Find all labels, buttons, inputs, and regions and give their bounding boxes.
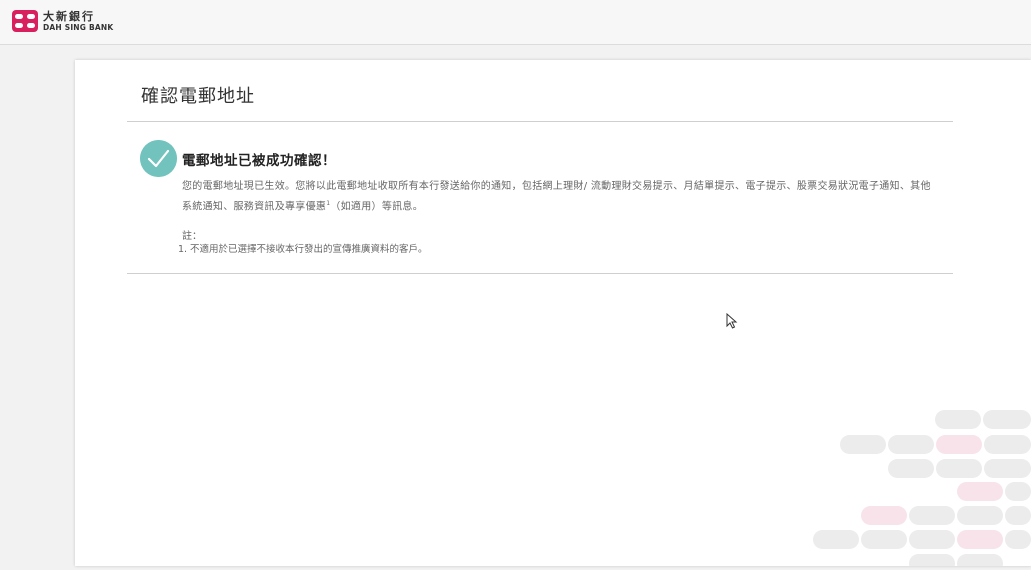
decorative-pill <box>957 506 1003 525</box>
decorative-pill <box>909 554 955 566</box>
decorative-pill <box>813 530 859 549</box>
title-divider <box>127 121 953 122</box>
decorative-pill <box>957 530 1003 549</box>
decorative-pill <box>957 554 1003 566</box>
note-item-text: 不適用於已選擇不接收本行發出的宣傳推廣資料的客戶。 <box>190 244 428 255</box>
note-list: 1. 不適用於已選擇不接收本行發出的宣傳推廣資料的客戶。 <box>178 241 428 255</box>
decorative-pill <box>861 506 907 525</box>
decorative-pill <box>840 435 886 454</box>
logo-chinese-name: 大新銀行 <box>43 9 95 23</box>
logo-text: 大新銀行 DAH SING BANK <box>43 11 113 32</box>
decorative-pill <box>936 435 982 454</box>
success-message: 您的電郵地址現已生效。您將以此電郵地址收取所有本行發送給你的通知，包括網上理財/… <box>182 178 932 215</box>
page-title: 確認電郵地址 <box>141 86 255 107</box>
decorative-pill <box>861 530 907 549</box>
confirmation-card: 確認電郵地址 電郵地址已被成功確認！ 您的電郵地址現已生效。您將以此電郵地址收取… <box>75 60 1031 566</box>
decorative-pill <box>983 410 1031 429</box>
decorative-pill <box>888 435 934 454</box>
success-heading: 電郵地址已被成功確認！ <box>182 153 336 169</box>
note-item: 1. 不適用於已選擇不接收本行發出的宣傳推廣資料的客戶。 <box>178 241 428 255</box>
decorative-pill <box>909 506 955 525</box>
top-header: 大新銀行 DAH SING BANK <box>0 0 1031 45</box>
dah-sing-bank-logo[interactable]: 大新銀行 DAH SING BANK <box>12 9 113 33</box>
success-message-text: 您的電郵地址現已生效。您將以此電郵地址收取所有本行發送給你的通知，包括網上理財/… <box>182 181 931 213</box>
note-label: 註： <box>182 231 202 242</box>
note-item-number: 1. <box>178 244 188 255</box>
success-message-suffix: （如適用）等訊息。 <box>330 201 424 213</box>
bank-logo-icon <box>12 10 38 32</box>
decorative-pill <box>909 530 955 549</box>
decorative-pill <box>1005 482 1031 501</box>
decorative-pill <box>984 435 1031 454</box>
check-circle-icon <box>140 140 177 177</box>
decorative-pill <box>1005 506 1031 525</box>
decorative-pill <box>936 459 982 478</box>
mouse-cursor-icon <box>726 313 738 329</box>
decorative-pill <box>984 459 1031 478</box>
decorative-pill <box>888 459 934 478</box>
logo-english-name: DAH SING BANK <box>43 22 114 32</box>
decorative-pill <box>1005 530 1031 549</box>
decorative-pill <box>935 410 981 429</box>
content-divider <box>127 273 953 274</box>
decorative-pill <box>957 482 1003 501</box>
